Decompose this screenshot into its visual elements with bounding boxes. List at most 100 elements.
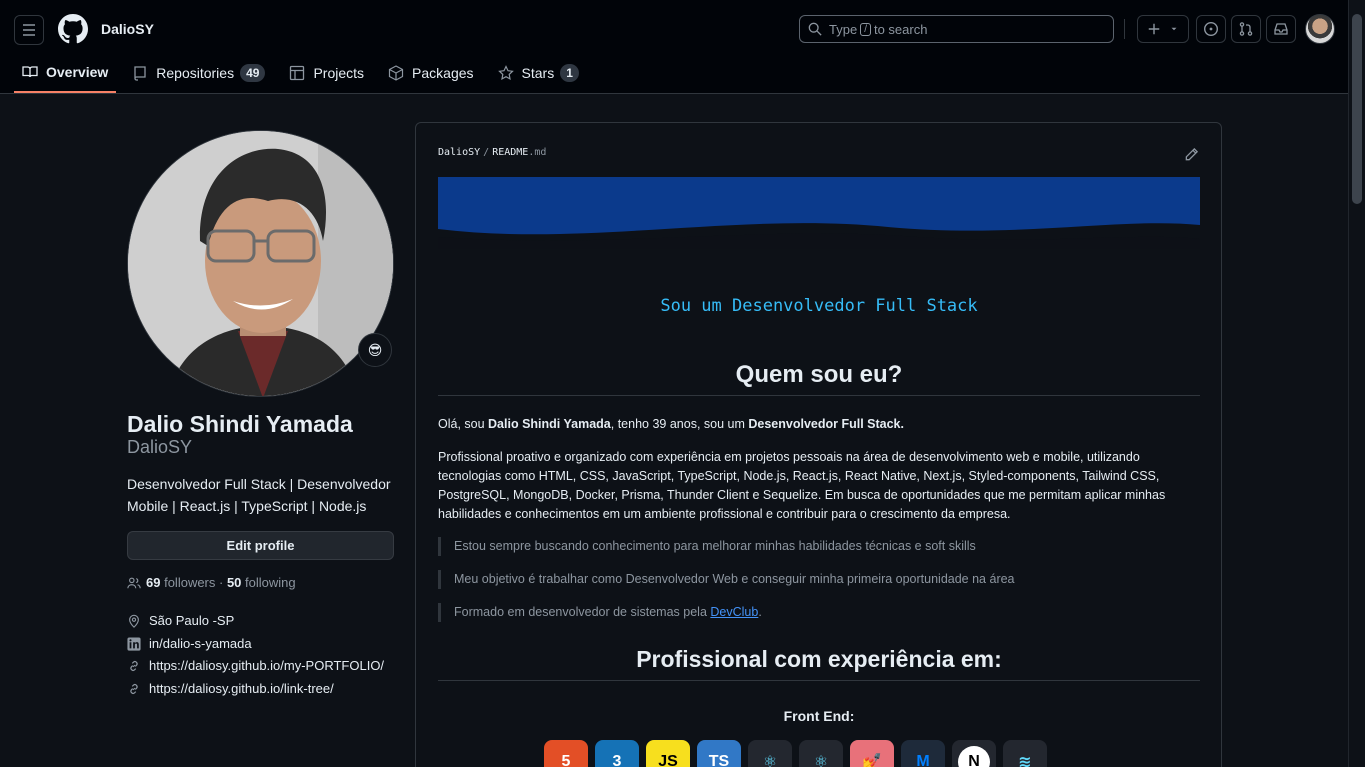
tailwind-icon: ≋ [1003,740,1047,767]
triangle-down-icon [1171,27,1177,31]
scrollbar-thumb[interactable] [1352,14,1362,204]
profile-full-name: Dalio Shindi Yamada [127,411,353,437]
profile-login: DalioSY [127,437,193,457]
readme-card: DalioSY / README.md Sou um Desenvolvedor F… [415,122,1222,767]
profile-bio: Desenvolvedor Full Stack | Desenvolvedor… [127,476,391,514]
search-input[interactable]: Type / to search [799,15,1114,43]
readme-owner[interactable]: DalioSY [438,147,480,158]
location-text: São Paulo -SP [149,613,235,628]
intro-prefix: Olá, sou [438,417,489,431]
user-avatar-menu[interactable] [1305,14,1335,44]
table-icon [290,65,305,80]
linkedin-text: in/dalio-s-yamada [149,636,252,651]
tab-projects[interactable]: Projects [281,56,372,89]
tech-icons-row: 5 3 JS TS ⚛ ⚛ 💅 M N ≋ [544,740,1054,767]
search-icon [808,22,822,36]
search-shortcut: / [860,22,871,36]
typing-headline: Sou um Desenvolvedor Full Stack [660,296,978,316]
header-username[interactable]: DalioSY [101,21,154,37]
intro-role: Desenvolvedor Full Stack. [748,417,904,431]
package-icon [388,64,404,81]
readme-file-ext: .md [528,147,547,158]
frontend-label: Front End: [783,708,855,724]
people-icon [127,577,141,588]
intro-mid: , tenho 39 anos, sou um [610,417,749,431]
tab-stars-label: Stars [521,64,555,81]
tab-repositories-label: Repositories [156,64,235,81]
location-icon [129,614,139,628]
followers-label: followers [164,575,216,590]
heading-quem-sou-eu: Quem sou eu? [438,361,1200,396]
typescript-icon: TS [697,740,741,767]
inbox-icon [1274,23,1288,35]
link-icon [130,660,138,671]
search-prefix: Type [829,21,858,37]
hamburger-icon [23,24,35,36]
vcard-location: São Paulo -SP [127,613,234,628]
react-native-icon: ⚛ [799,740,843,767]
blockquote-1: Estou sempre buscando conhecimento para … [438,537,1178,556]
follow-separator: · [215,575,227,590]
page-scrollbar[interactable] [1348,0,1365,767]
portfolio-link-text: https://daliosy.github.io/my-PORTFOLIO/ [149,658,385,673]
book-icon [22,66,38,78]
plus-icon [1148,23,1160,35]
following-link[interactable]: 50 following [227,575,296,590]
devclub-link[interactable]: DevClub [710,605,758,619]
profile-photo [128,131,393,396]
intro-paragraph: Olá, sou Dalio Shindi Yamada, tenho 39 a… [438,415,1200,434]
inbox-button[interactable] [1266,15,1296,43]
profile-avatar[interactable] [127,130,394,397]
tab-packages-label: Packages [412,64,474,81]
menu-button[interactable] [14,15,44,45]
blockquote-2: Meu objetivo é trabalhar como Desenvolve… [438,570,1178,589]
tab-packages[interactable]: Packages [380,56,481,89]
readme-path: DalioSY / README.md [438,147,547,158]
tab-overview[interactable]: Overview [14,56,117,93]
quote3-prefix: Formado em desenvolvedor de sistemas pel… [454,605,711,619]
tab-overview-label: Overview [46,64,109,80]
top-header: DalioSY Type / to search Overview Reposi… [0,0,1348,94]
follow-stats: 69 followers · 50 following [127,575,296,590]
status-emoji[interactable]: 😎 [358,333,392,367]
followers-count: 69 [146,575,161,590]
pull-requests-button[interactable] [1231,15,1261,43]
git-pull-request-icon [1239,22,1253,36]
issues-button[interactable] [1196,15,1226,43]
profile-paragraph: Profissional proativo e organizado com e… [438,450,1166,521]
readme-file-name[interactable]: README [492,147,528,158]
vcard-link-portfolio[interactable]: https://daliosy.github.io/my-PORTFOLIO/ [127,658,384,673]
linkedin-icon [127,636,141,651]
nextjs-icon: N [952,740,996,767]
link-icon [130,683,138,694]
search-suffix: to search [873,21,928,37]
pencil-icon[interactable] [1184,147,1199,162]
repo-icon [134,65,146,81]
repositories-count: 49 [240,63,266,82]
css3-icon: 3 [595,740,639,767]
following-count: 50 [226,575,242,590]
styled-components-icon: 💅 [850,740,894,767]
quote3-suffix: . [758,605,762,619]
following-label: following [245,575,296,590]
vcard-linkedin[interactable]: in/dalio-s-yamada [127,636,252,651]
profile-tabs: Overview Repositories 49 Projects Packag… [14,56,595,94]
tab-repositories[interactable]: Repositories 49 [124,56,273,89]
create-new-button[interactable] [1137,15,1189,43]
issue-icon [1203,21,1219,37]
star-icon [497,64,514,80]
vcard-link-linktree[interactable]: https://daliosy.github.io/link-tree/ [127,681,334,696]
html5-icon: 5 [544,740,588,767]
stars-count: 1 [560,63,579,82]
react-icon: ⚛ [748,740,792,767]
github-logo-icon[interactable] [58,14,88,44]
blockquote-3: Formado em desenvolvedor de sistemas pel… [438,603,1178,622]
tab-stars[interactable]: Stars 1 [490,56,587,89]
edit-profile-button[interactable]: Edit profile [127,531,394,560]
intro-name: Dalio Shindi Yamada [488,417,611,431]
wave-banner [438,177,1200,249]
followers-link[interactable]: 69 followers [146,575,215,590]
header-divider [1124,19,1125,39]
tab-projects-label: Projects [313,64,365,81]
javascript-icon: JS [646,740,690,767]
